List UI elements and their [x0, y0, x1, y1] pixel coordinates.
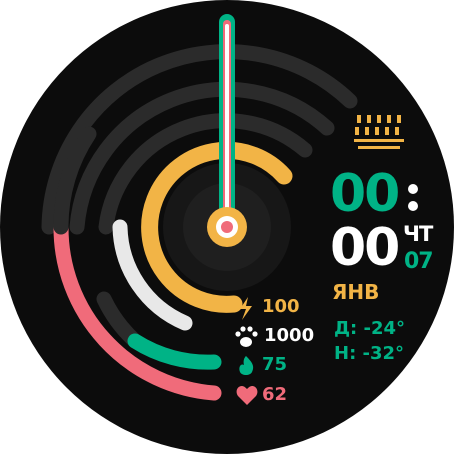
clock-hand-highlight	[225, 24, 229, 216]
time-colon-top	[408, 184, 418, 194]
heart-rate-value: 62	[262, 384, 288, 405]
weekday-label: ЧТ	[403, 222, 433, 246]
energy-value: 100	[262, 296, 300, 317]
month-label: ЯНВ	[332, 280, 380, 304]
hour-display: 00	[330, 164, 400, 224]
calories-value: 75	[262, 354, 288, 375]
hand-pivot-center	[221, 221, 233, 233]
time-colon-bottom	[408, 201, 418, 211]
night-temperature: Н: -32°	[334, 343, 405, 364]
steps-value: 1000	[264, 325, 315, 346]
watch-face: 00 00 ЧТ 07 ЯНВ Д: -24° Н: -32° 100 1000…	[0, 0, 454, 454]
day-temperature: Д: -24°	[334, 318, 406, 339]
day-label: 07	[404, 249, 434, 274]
minute-display: 00	[330, 218, 400, 278]
